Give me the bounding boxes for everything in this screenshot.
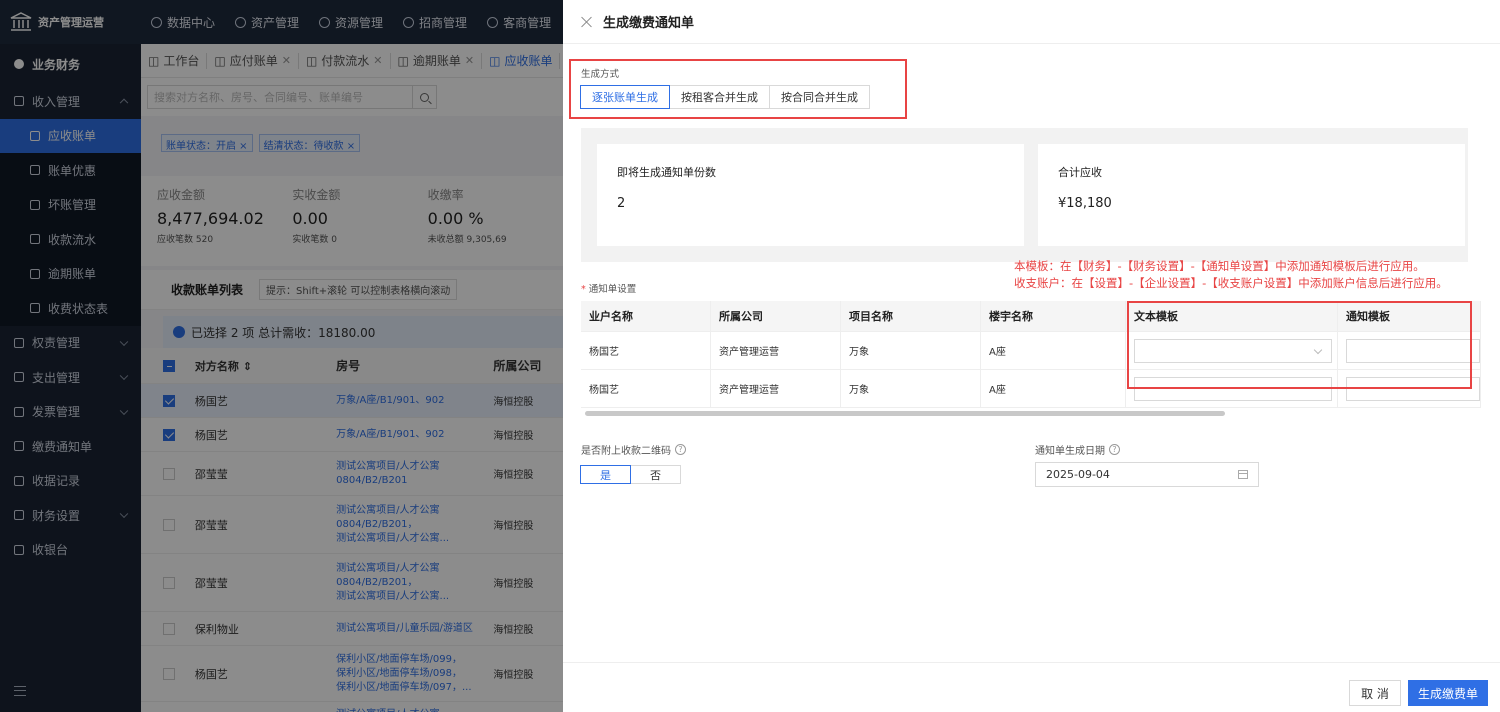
calendar-icon	[1238, 470, 1248, 479]
mode-option[interactable]: 按合同合并生成	[769, 85, 870, 109]
total-label: 合计应收	[1058, 166, 1102, 179]
highlight-template-box	[1127, 301, 1472, 389]
date-label: 通知单生成日期?	[1035, 442, 1120, 457]
qr-label: 是否附上收款二维码?	[581, 442, 686, 457]
qr-toggle: 是否	[580, 465, 681, 484]
cancel-button[interactable]: 取 消	[1349, 680, 1401, 706]
count-card: 即将生成通知单份数 2	[597, 144, 1024, 246]
summary-panel: 即将生成通知单份数 2 合计应收 ¥18,180	[581, 128, 1468, 262]
horizontal-scrollbar[interactable]	[585, 411, 1225, 416]
company-cell: 资产管理运营	[711, 332, 841, 369]
qr-option[interactable]: 否	[630, 465, 681, 484]
generate-button[interactable]: 生成缴费单	[1408, 680, 1488, 706]
tenant-cell: 杨国艺	[581, 332, 711, 369]
column-header: 所属公司	[711, 301, 841, 331]
drawer-title: 生成缴费通知单	[603, 16, 695, 31]
drawer-header: 生成缴费通知单	[563, 0, 1500, 44]
column-header: 楼宇名称	[981, 301, 1126, 331]
project-cell: 万象	[841, 332, 981, 369]
qr-option[interactable]: 是	[580, 465, 631, 484]
generate-notice-drawer: 生成缴费通知单 生成方式 逐张账单生成 按租客合并生成 按合同合并生成 即将生成通知…	[563, 0, 1500, 712]
building-cell: A座	[981, 332, 1126, 369]
date-value: 2025-09-04	[1046, 468, 1110, 481]
mode-option[interactable]: 逐张账单生成	[580, 85, 670, 109]
tenant-cell: 杨国艺	[581, 370, 711, 407]
mode-label: 生成方式	[581, 69, 620, 80]
total-card: 合计应收 ¥18,180	[1038, 144, 1465, 246]
count-value: 2	[617, 196, 626, 211]
building-cell: A座	[981, 370, 1126, 407]
modal-overlay[interactable]	[0, 0, 563, 712]
total-value: ¥18,180	[1058, 196, 1112, 211]
template-warning: 本模板：在【财务】-【财务设置】-【通知单设置】中添加通知模板后进行应用。	[1014, 259, 1425, 273]
mode-option[interactable]: 按租客合并生成	[669, 85, 770, 109]
help-icon[interactable]: ?	[675, 444, 686, 455]
column-header: 业户名称	[581, 301, 711, 331]
column-header: 项目名称	[841, 301, 981, 331]
mode-selector: 逐张账单生成 按租客合并生成 按合同合并生成	[580, 85, 870, 109]
project-cell: 万象	[841, 370, 981, 407]
help-icon[interactable]: ?	[1109, 444, 1120, 455]
company-cell: 资产管理运营	[711, 370, 841, 407]
count-label: 即将生成通知单份数	[617, 166, 716, 179]
notice-section-label: * 通知单设置	[581, 284, 637, 295]
close-icon[interactable]	[581, 16, 593, 28]
date-picker[interactable]: 2025-09-04	[1035, 462, 1259, 487]
drawer-footer: 取 消 生成缴费单	[563, 662, 1500, 712]
account-warning: 收支账户：在【设置】-【企业设置】-【收支账户设置】中添加账户信息后进行应用。	[1014, 276, 1448, 290]
